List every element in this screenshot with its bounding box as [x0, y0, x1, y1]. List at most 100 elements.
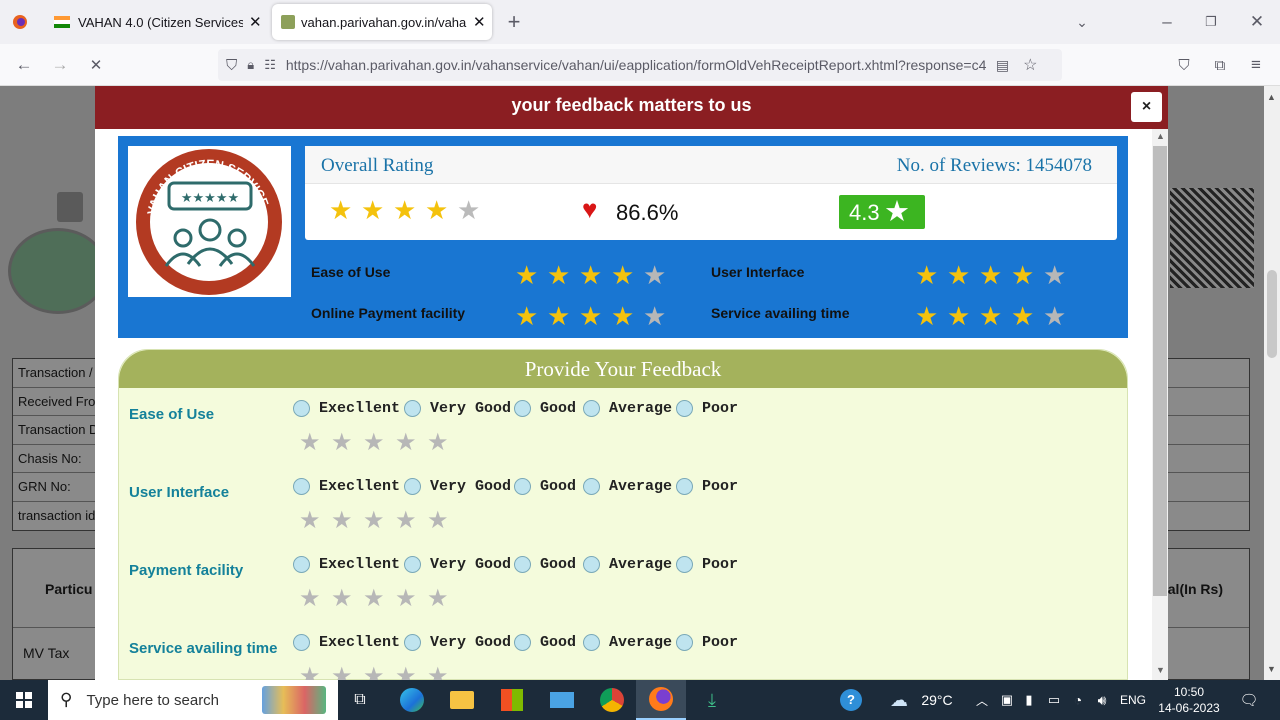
star-icon[interactable]: ★: [363, 430, 385, 456]
star-icon[interactable]: ★: [299, 586, 321, 612]
store-icon[interactable]: [490, 680, 534, 720]
extensions-icon[interactable]: ⧉: [1208, 53, 1232, 77]
menu-icon[interactable]: ≡: [1244, 53, 1268, 77]
option-very-good[interactable]: Very Good: [404, 400, 511, 417]
temperature[interactable]: 29°C: [916, 680, 958, 720]
star-icon[interactable]: ★: [331, 430, 353, 456]
battery-icon[interactable]: ▭: [1044, 680, 1064, 720]
volume-icon[interactable]: 🔊︎: [1092, 680, 1112, 720]
page-scrollbar-thumb[interactable]: [1267, 270, 1277, 358]
option-very-good[interactable]: Very Good: [404, 478, 511, 495]
star-icon[interactable]: ★: [427, 508, 449, 534]
file-explorer-icon[interactable]: [440, 680, 484, 720]
list-tabs-icon[interactable]: ⌄: [1070, 10, 1094, 34]
option-excellent[interactable]: Execllent: [293, 556, 400, 573]
option-excellent[interactable]: Execllent: [293, 478, 400, 495]
windows-start-icon[interactable]: [0, 680, 48, 720]
option-good[interactable]: Good: [514, 478, 576, 495]
option-poor[interactable]: Poor: [676, 478, 738, 495]
star-icon[interactable]: ★: [331, 508, 353, 534]
radio-button[interactable]: [404, 556, 421, 573]
close-button[interactable]: ×: [1131, 92, 1162, 122]
star-icon[interactable]: ★: [299, 508, 321, 534]
star-icon[interactable]: ★: [363, 508, 385, 534]
radio-button[interactable]: [404, 634, 421, 651]
radio-button[interactable]: [583, 556, 600, 573]
option-poor[interactable]: Poor: [676, 556, 738, 573]
star-icon[interactable]: ★: [331, 586, 353, 612]
shield-icon[interactable]: ⛉: [226, 57, 237, 74]
star-icon[interactable]: ★: [427, 586, 449, 612]
star-icon[interactable]: ★: [363, 586, 385, 612]
radio-button[interactable]: [514, 400, 531, 417]
option-average[interactable]: Average: [583, 556, 672, 573]
star-icon[interactable]: ★: [427, 664, 449, 681]
tab-vahan[interactable]: VAHAN 4.0 (Citizen Services) ~c ✕: [44, 4, 269, 40]
radio-button[interactable]: [583, 634, 600, 651]
radio-button[interactable]: [293, 478, 310, 495]
star-icon[interactable]: ★: [331, 664, 353, 681]
lock-icon[interactable]: 🔒︎: [247, 57, 254, 73]
radio-button[interactable]: [583, 400, 600, 417]
star-icon[interactable]: ★: [427, 430, 449, 456]
option-poor[interactable]: Poor: [676, 634, 738, 651]
tab-close-icon[interactable]: ✕: [473, 13, 486, 31]
star-icon[interactable]: ★: [395, 586, 417, 612]
reader-view-icon[interactable]: ▤: [996, 57, 1009, 74]
star-icon[interactable]: ★: [363, 664, 385, 681]
back-icon[interactable]: ←: [12, 53, 36, 77]
new-tab-icon[interactable]: +: [502, 9, 526, 34]
firefox-menu-icon[interactable]: [8, 10, 32, 34]
option-very-good[interactable]: Very Good: [404, 556, 511, 573]
meet-now-icon[interactable]: ▣: [998, 680, 1016, 720]
tab-parivahan[interactable]: vahan.parivahan.gov.in/vahans ✕: [272, 4, 492, 40]
radio-button[interactable]: [293, 634, 310, 651]
download-app-icon[interactable]: ⤓: [690, 680, 734, 720]
radio-button[interactable]: [676, 634, 693, 651]
pocket-icon[interactable]: ⛉: [1172, 53, 1196, 77]
radio-button[interactable]: [293, 400, 310, 417]
edge-icon[interactable]: [390, 680, 434, 720]
show-hidden-icons[interactable]: ︿: [974, 680, 990, 720]
modal-scrollbar-thumb[interactable]: [1153, 146, 1167, 596]
option-excellent[interactable]: Execllent: [293, 400, 400, 417]
restore-icon[interactable]: ❐: [1199, 10, 1223, 34]
radio-button[interactable]: [583, 478, 600, 495]
url-text[interactable]: https://vahan.parivahan.gov.in/vahanserv…: [286, 57, 986, 73]
star-icon[interactable]: ★: [395, 508, 417, 534]
chrome-icon[interactable]: [590, 680, 634, 720]
option-average[interactable]: Average: [583, 400, 672, 417]
radio-button[interactable]: [514, 478, 531, 495]
clock[interactable]: 10:50 14-06-2023: [1152, 684, 1226, 716]
option-average[interactable]: Average: [583, 634, 672, 651]
mail-icon[interactable]: [540, 680, 584, 720]
star-icon[interactable]: ★: [395, 664, 417, 681]
search-placeholder[interactable]: Type here to search: [86, 692, 219, 709]
forward-icon[interactable]: →: [48, 53, 72, 77]
option-good[interactable]: Good: [514, 634, 576, 651]
star-icon[interactable]: ★: [299, 664, 321, 681]
radio-button[interactable]: [404, 400, 421, 417]
minimize-icon[interactable]: –: [1155, 10, 1179, 34]
firefox-icon[interactable]: [636, 680, 686, 720]
page-scrollbar[interactable]: ▲ ▼: [1264, 86, 1280, 680]
radio-button[interactable]: [676, 556, 693, 573]
radio-button[interactable]: [676, 478, 693, 495]
url-bar[interactable]: ⛉ 🔒︎ ☷ https://vahan.parivahan.gov.in/va…: [218, 49, 1062, 81]
taskbar-search[interactable]: ⚲ Type here to search: [48, 680, 338, 720]
task-view-icon[interactable]: ⧉: [340, 680, 380, 720]
option-good[interactable]: Good: [514, 400, 576, 417]
stop-icon[interactable]: ✕: [84, 53, 108, 77]
option-excellent[interactable]: Execllent: [293, 634, 400, 651]
bookmark-star-icon[interactable]: ☆: [1023, 55, 1037, 75]
wifi-icon[interactable]: ◔: [1068, 680, 1088, 720]
star-icon[interactable]: ★: [395, 430, 417, 456]
option-average[interactable]: Average: [583, 478, 672, 495]
radio-button[interactable]: [404, 478, 421, 495]
option-very-good[interactable]: Very Good: [404, 634, 511, 651]
permissions-icon[interactable]: ☷: [264, 57, 276, 73]
close-window-icon[interactable]: ✕: [1245, 10, 1269, 34]
star-icon[interactable]: ★: [299, 430, 321, 456]
notifications-icon[interactable]: 🗨︎: [1234, 680, 1264, 720]
radio-button[interactable]: [293, 556, 310, 573]
